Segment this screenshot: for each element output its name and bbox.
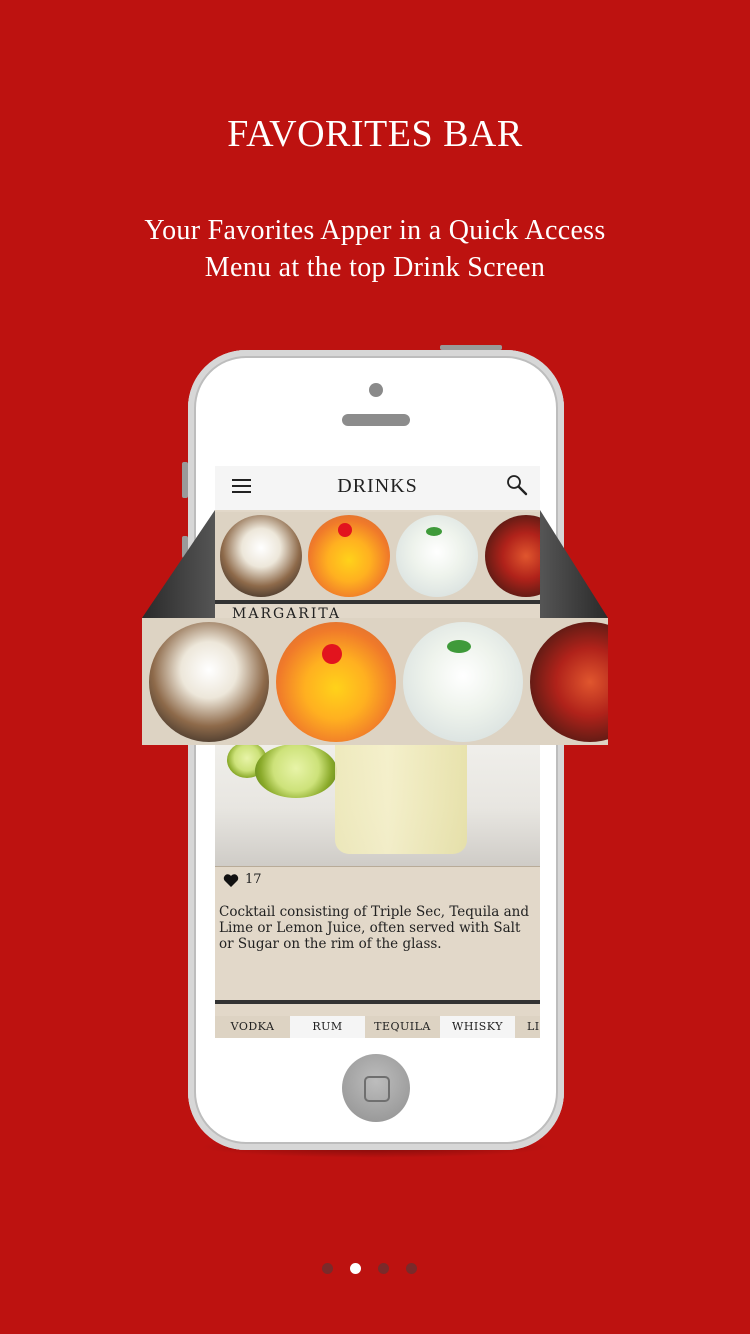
tab-liqueur[interactable]: LI — [515, 1016, 540, 1038]
favorite-red-drink-large[interactable] — [530, 622, 608, 742]
tab-whisky[interactable]: WHISKY — [440, 1016, 515, 1038]
phone-camera — [369, 383, 383, 397]
search-icon[interactable] — [506, 474, 528, 496]
page-indicator — [322, 1263, 432, 1275]
favorite-orange-cocktail-large[interactable] — [276, 622, 396, 742]
tab-vodka[interactable]: VODKA — [215, 1016, 290, 1038]
zoom-projection — [142, 510, 608, 618]
drink-description: Cocktail consisting of Triple Sec, Tequi… — [219, 904, 529, 952]
lime-slice — [255, 744, 337, 798]
category-tabs: VODKA RUM TEQUILA WHISKY LI — [215, 1016, 540, 1038]
subtitle-line-2: Menu at the top Drink Screen — [204, 252, 546, 283]
favorite-mojito-large[interactable] — [403, 622, 523, 742]
phone-speaker — [342, 414, 410, 426]
page-dot[interactable] — [378, 1263, 389, 1274]
heart-icon[interactable] — [223, 873, 239, 888]
page-dot-active[interactable] — [350, 1263, 361, 1274]
tab-rum[interactable]: RUM — [290, 1016, 365, 1038]
tab-tequila[interactable]: TEQUILA — [365, 1016, 440, 1038]
subtitle-line-1: Your Favorites Apper in a Quick Access — [144, 215, 606, 246]
onboarding-title: FAVORITES BAR — [227, 113, 523, 155]
likes-count: 17 — [245, 872, 262, 887]
phone-home-button — [342, 1054, 410, 1122]
margarita-glass — [335, 736, 467, 854]
drink-photo — [215, 736, 540, 866]
favorite-white-russian-large[interactable] — [149, 622, 269, 742]
app-bar: DRINKS — [215, 466, 540, 510]
page-dot[interactable] — [322, 1263, 333, 1274]
onboarding-subtitle: Your Favorites Apper in a Quick Access M… — [75, 212, 675, 286]
favorites-bar-magnified — [142, 618, 608, 745]
app-title: DRINKS — [337, 475, 418, 497]
likes-row: 17 — [215, 866, 540, 897]
divider — [215, 1000, 540, 1004]
page-dot[interactable] — [406, 1263, 417, 1274]
